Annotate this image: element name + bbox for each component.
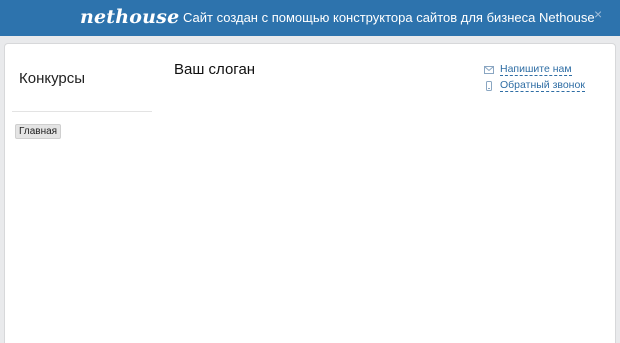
phone-icon <box>486 81 492 91</box>
close-icon[interactable]: × <box>594 6 602 22</box>
write-us-link[interactable]: Напишите нам <box>484 63 585 77</box>
site-title[interactable]: Конкурсы <box>19 70 85 87</box>
site-slogan: Ваш слоган <box>174 61 256 78</box>
callback-label[interactable]: Обратный звонок <box>500 80 585 92</box>
sidebar-divider <box>12 111 152 112</box>
nethouse-banner: nethouse Сайт создан с помощью конструкт… <box>0 0 620 36</box>
nav-item-home[interactable]: Главная <box>15 124 62 139</box>
banner-text[interactable]: Сайт создан с помощью конструктора сайто… <box>183 10 595 25</box>
callback-link[interactable]: Обратный звонок <box>484 79 585 93</box>
contact-links: Напишите нам Обратный звонок <box>484 63 585 95</box>
site-page: Конкурсы Главная Ваш слоган Напишите нам… <box>4 43 616 343</box>
nethouse-logo[interactable]: nethouse <box>80 6 179 28</box>
envelope-icon <box>484 66 494 74</box>
write-us-label[interactable]: Напишите нам <box>500 64 572 76</box>
